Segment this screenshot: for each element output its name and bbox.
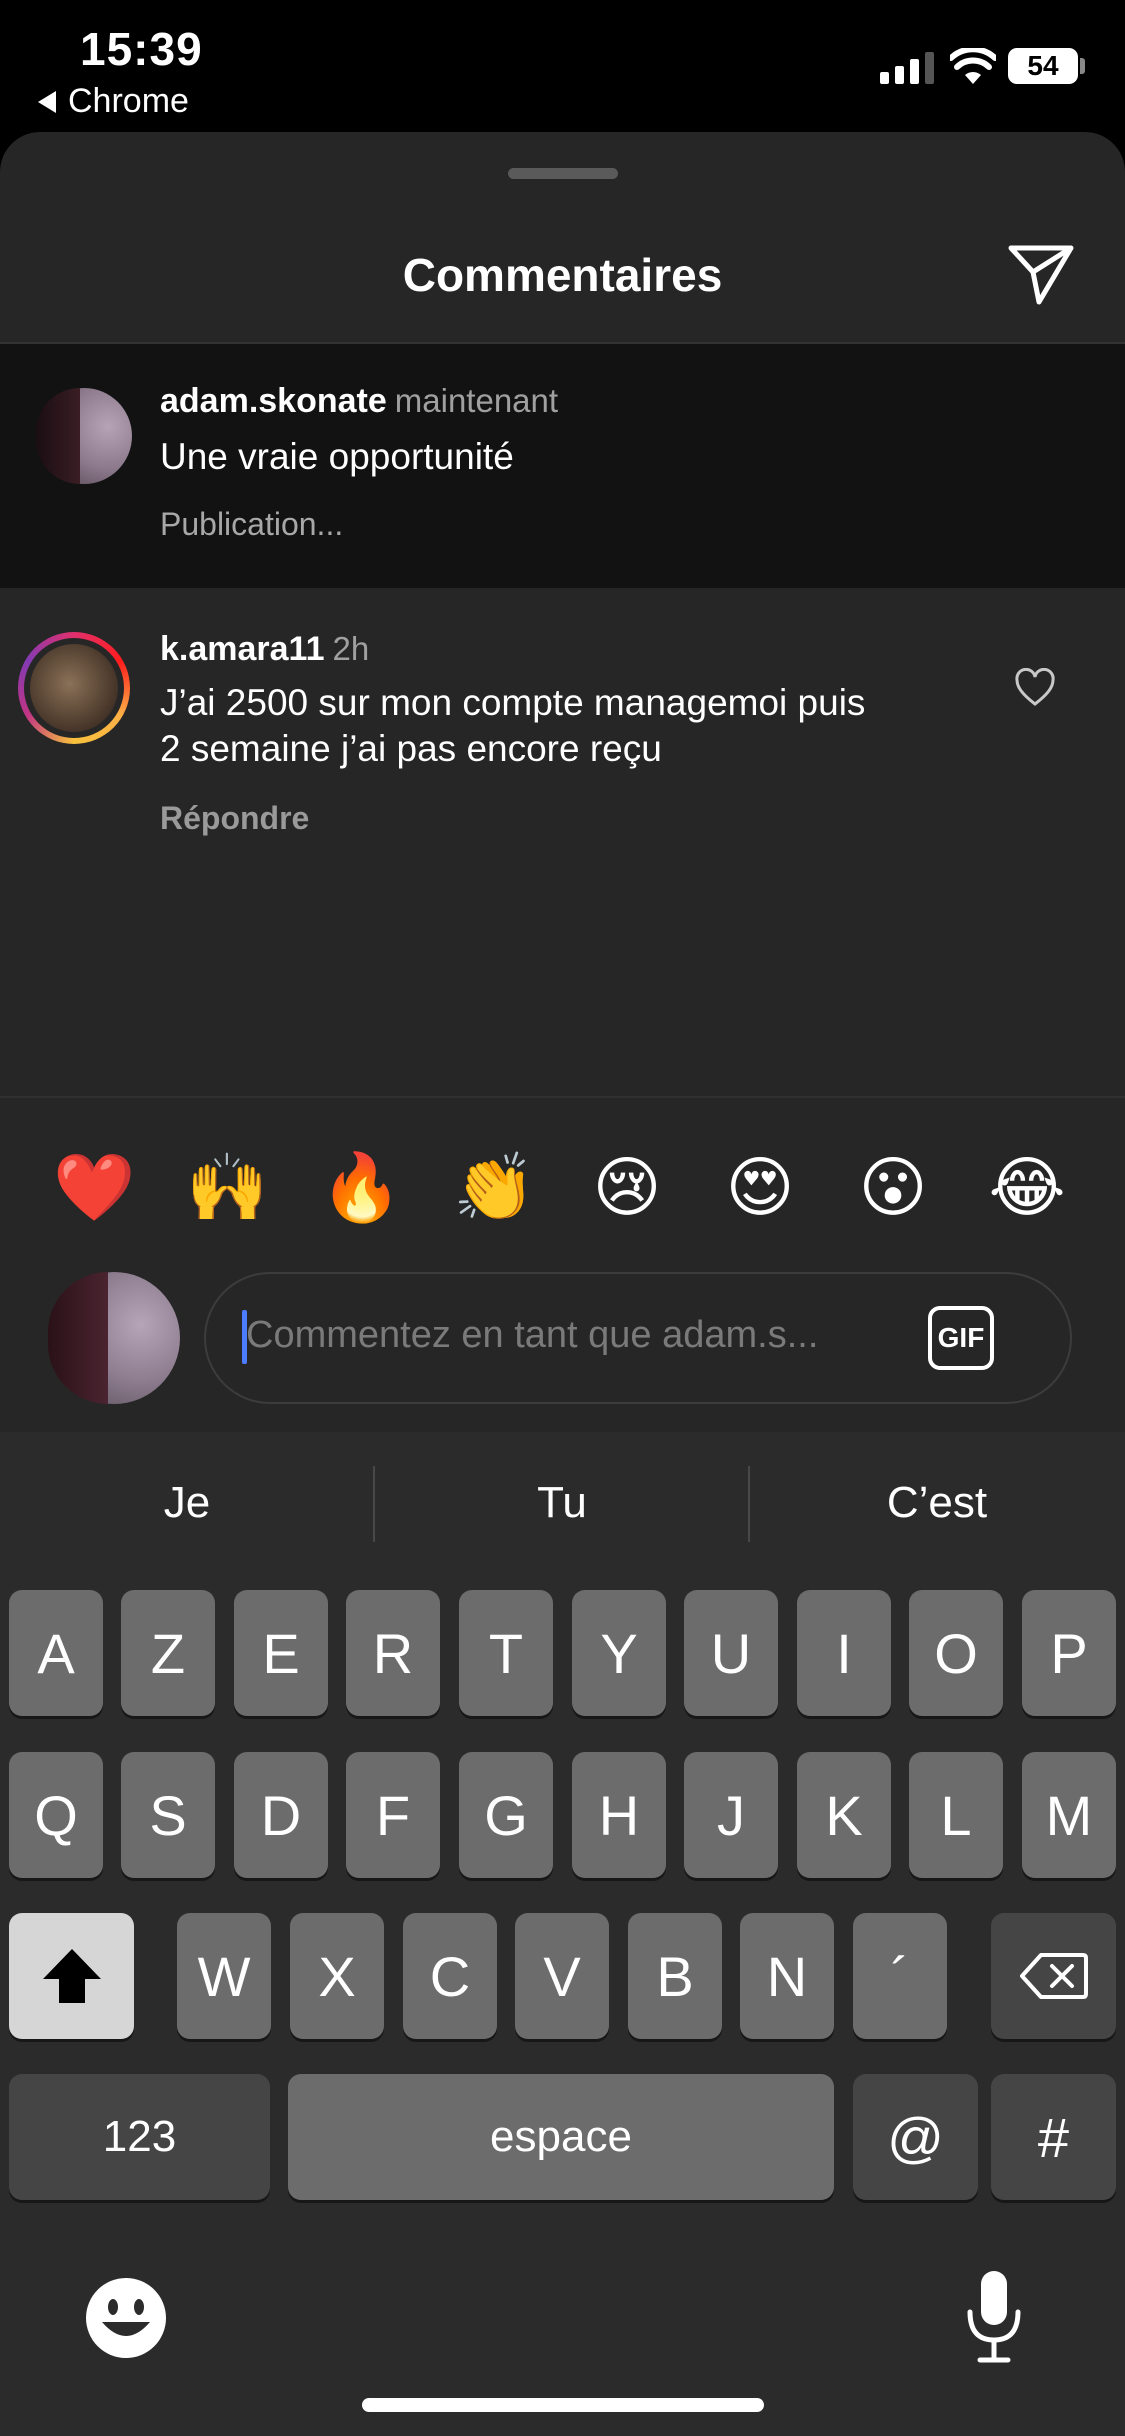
delete-key[interactable] bbox=[991, 1913, 1116, 2039]
key-w[interactable]: W bbox=[177, 1913, 271, 2039]
key-i[interactable]: I bbox=[797, 1590, 891, 1716]
key-g[interactable]: G bbox=[459, 1752, 553, 1878]
battery-cap bbox=[1080, 58, 1085, 74]
comment-text-line-2: 2 semaine j’ai pas encore reçu bbox=[160, 728, 662, 769]
shift-key[interactable] bbox=[9, 1913, 134, 2039]
key-v[interactable]: V bbox=[515, 1913, 609, 2039]
battery-level: 54 bbox=[1027, 50, 1059, 81]
status-time: 15:39 bbox=[80, 23, 203, 75]
space-key[interactable]: espace bbox=[288, 2074, 834, 2200]
key-q[interactable]: Q bbox=[9, 1752, 103, 1878]
comment-header: k.amara11 2h bbox=[160, 630, 369, 669]
emoji-clap[interactable]: 👏 bbox=[453, 1148, 535, 1228]
back-arrow-icon bbox=[38, 90, 56, 113]
numbers-key[interactable]: 123 bbox=[9, 2074, 270, 2200]
back-to-app-link[interactable]: Chrome bbox=[38, 82, 189, 121]
microphone-icon[interactable] bbox=[964, 2268, 1024, 2366]
heart-icon[interactable] bbox=[1014, 668, 1056, 708]
key-y[interactable]: Y bbox=[572, 1590, 666, 1716]
sheet-grabber[interactable] bbox=[508, 168, 618, 179]
key-p[interactable]: P bbox=[1022, 1590, 1116, 1716]
emoji-surprised[interactable]: 😮 bbox=[853, 1148, 933, 1228]
emoji-crying[interactable]: 😢 bbox=[587, 1148, 667, 1228]
page-title: Commentaires bbox=[402, 249, 723, 301]
avatar[interactable] bbox=[30, 644, 118, 732]
key-x[interactable]: X bbox=[290, 1913, 384, 2039]
suggestion-3[interactable]: C’est bbox=[750, 1478, 1124, 1528]
key-f[interactable]: F bbox=[346, 1752, 440, 1878]
key-accent[interactable]: ´ bbox=[853, 1913, 947, 2039]
comment-time: maintenant bbox=[394, 382, 559, 419]
backspace-icon bbox=[1019, 1953, 1088, 1999]
key-u[interactable]: U bbox=[684, 1590, 778, 1716]
at-key[interactable]: @ bbox=[853, 2074, 978, 2200]
home-indicator[interactable] bbox=[362, 2398, 764, 2412]
comment-username[interactable]: k.amara11 bbox=[160, 630, 325, 668]
key-z[interactable]: Z bbox=[121, 1590, 215, 1716]
key-b[interactable]: B bbox=[628, 1913, 722, 2039]
emoji-fire[interactable]: 🔥 bbox=[320, 1148, 402, 1228]
shift-icon bbox=[42, 1949, 101, 2003]
key-t[interactable]: T bbox=[459, 1590, 553, 1716]
emoji-heart-eyes[interactable]: 😍 bbox=[720, 1148, 800, 1228]
comment-header: adam.skonate maintenant bbox=[160, 382, 558, 421]
key-s[interactable]: S bbox=[121, 1752, 215, 1878]
key-n[interactable]: N bbox=[740, 1913, 834, 2039]
comment-time: 2h bbox=[332, 630, 370, 667]
comment-username[interactable]: adam.skonate bbox=[160, 382, 387, 420]
gif-button[interactable]: GIF bbox=[928, 1306, 994, 1370]
key-l[interactable]: L bbox=[909, 1752, 1003, 1878]
comment-text: Une vraie opportunité bbox=[160, 436, 514, 477]
suggestion-2[interactable]: Tu bbox=[375, 1478, 749, 1528]
emoji-heart[interactable]: ❤️ bbox=[53, 1148, 135, 1228]
emoji-laughing[interactable]: 😂 bbox=[987, 1148, 1067, 1228]
key-a[interactable]: A bbox=[9, 1590, 103, 1716]
wifi-icon bbox=[950, 48, 996, 84]
key-m[interactable]: M bbox=[1022, 1752, 1116, 1878]
paper-plane-icon[interactable] bbox=[1005, 238, 1077, 310]
suggestion-1[interactable]: Je bbox=[0, 1478, 374, 1528]
key-e[interactable]: E bbox=[234, 1590, 328, 1716]
emoji-raised-hands[interactable]: 🙌 bbox=[186, 1148, 268, 1228]
reply-button[interactable]: Répondre bbox=[160, 800, 309, 837]
key-c[interactable]: C bbox=[403, 1913, 497, 2039]
comment-placeholder[interactable]: Commentez en tant que adam.s... bbox=[246, 1314, 818, 1357]
key-d[interactable]: D bbox=[234, 1752, 328, 1878]
hash-key[interactable]: # bbox=[991, 2074, 1116, 2200]
key-h[interactable]: H bbox=[572, 1752, 666, 1878]
key-r[interactable]: R bbox=[346, 1590, 440, 1716]
cellular-signal-icon bbox=[880, 52, 934, 84]
key-o[interactable]: O bbox=[909, 1590, 1003, 1716]
emoji-face-icon[interactable] bbox=[84, 2276, 168, 2360]
key-j[interactable]: J bbox=[684, 1752, 778, 1878]
comment-text-line-1: J’ai 2500 sur mon compte managemoi puis bbox=[160, 682, 866, 723]
publishing-status: Publication... bbox=[160, 506, 344, 542]
back-app-label: Chrome bbox=[68, 82, 189, 120]
battery-icon: 54 bbox=[1008, 48, 1078, 84]
key-k[interactable]: K bbox=[797, 1752, 891, 1878]
